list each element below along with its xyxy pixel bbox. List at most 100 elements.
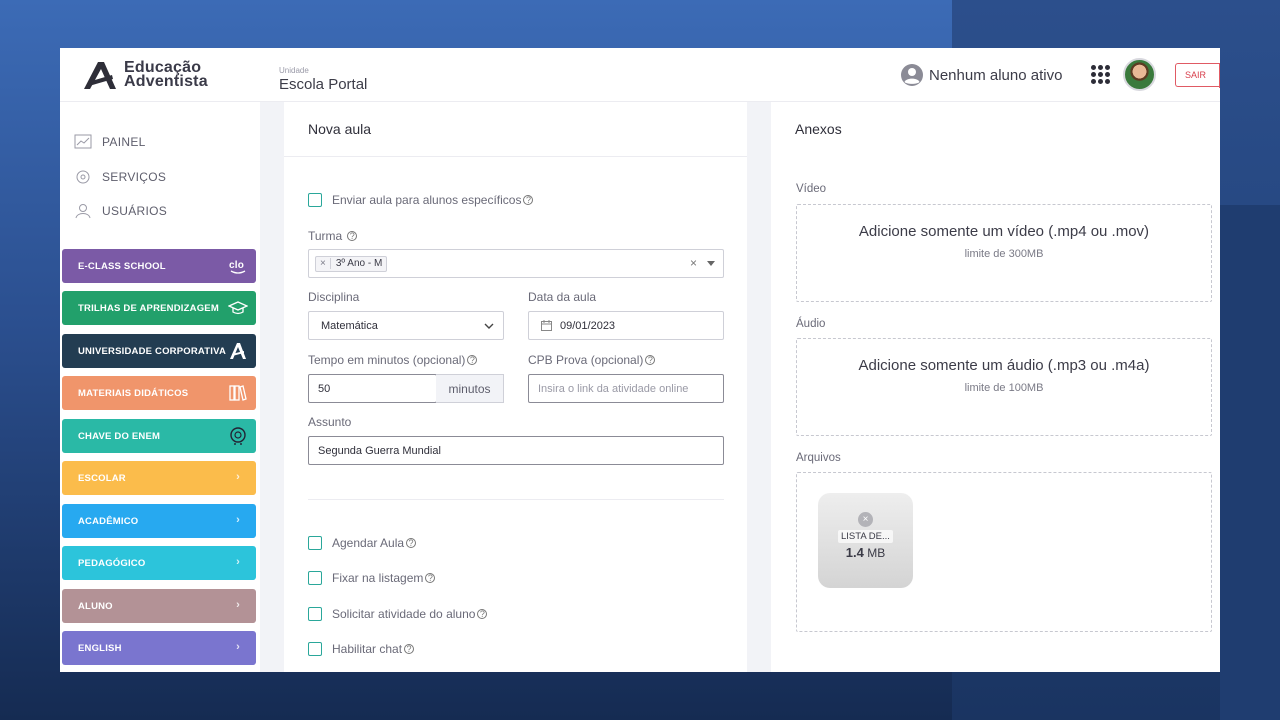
chevron-right-icon: › [236,599,240,611]
topic-label: Assunto [308,415,352,429]
adventista-logo-icon [84,62,116,89]
chevron-down-icon[interactable] [707,261,715,266]
schedule-checkbox[interactable] [308,536,322,550]
help-icon[interactable]: ? [404,644,415,654]
video-limit: limite de 300MB [964,248,1044,260]
remove-file-icon[interactable]: × [858,512,873,527]
chat-checkbox[interactable] [308,642,322,656]
sidebar-item-label: USUÁRIOS [102,204,168,218]
module-label: TRILHAS DE APRENDIZAGEM [78,302,219,314]
user-circle-icon [901,64,923,86]
file-size-number: 1.4 [845,545,864,560]
cpb-label-text: CPB Prova (opcional) [528,353,644,367]
file-thumbnail[interactable]: × LISTA DE... 1.4 MB [818,493,913,588]
chat-label: Habilitar chat [332,642,403,656]
active-student-text: Nenhum aluno ativo [929,66,1063,84]
audio-dropzone[interactable]: Adicione somente um áudio (.mp3 ou .m4a)… [796,338,1212,436]
request-activity-label: Solicitar atividade do aluno [332,607,476,621]
time-label: Tempo em minutos (opcional)? [308,353,478,367]
sidebar-module-escolar[interactable]: ESCOLAR › [62,461,256,495]
brain-icon [230,427,246,445]
file-size-unit: MB [867,546,886,560]
avatar[interactable] [1123,58,1156,91]
date-input[interactable]: 09/01/2023 [528,311,724,340]
help-icon[interactable]: ? [425,573,436,583]
audio-dropzone-title: Adicione somente um áudio (.mp3 ou .m4a) [858,357,1150,374]
apps-grid-icon[interactable] [1091,65,1111,85]
brand-logo[interactable]: Educação Adventista [82,58,222,92]
logout-button[interactable]: SAIR [1175,63,1220,88]
files-dropzone[interactable]: × LISTA DE... 1.4 MB [796,472,1212,632]
file-name: LISTA DE... [838,530,893,543]
clear-icon[interactable]: × [690,256,697,270]
cpb-placeholder: Insira o link da atividade online [538,382,689,395]
sidebar-module-universidade[interactable]: UNIVERSIDADE CORPORATIVA [62,334,256,368]
time-unit-addon: minutos [436,374,504,403]
help-icon[interactable]: ? [467,355,478,365]
brand-line2: Adventista [124,73,208,90]
sidebar-module-aluno[interactable]: ALUNO › [62,589,256,623]
sidebar-module-enem[interactable]: CHAVE DO ENEM [62,419,256,453]
sidebar-module-pedagogico[interactable]: PEDAGÓGICO › [62,546,256,580]
class-tag-label: 3º Ano - M [335,258,383,269]
card-title: Anexos [795,121,842,137]
module-label: ESCOLAR [78,472,126,484]
module-label: ENGLISH [78,642,122,654]
audio-limit: limite de 100MB [964,382,1044,394]
topic-input[interactable]: Segunda Guerra Mundial [308,436,724,465]
time-label-text: Tempo em minutos (opcional) [308,353,466,367]
sidebar-module-trilhas[interactable]: TRILHAS DE APRENDIZAGEM [62,291,256,325]
logout-label: SAIR [1185,70,1207,80]
sidebar-module-materiais[interactable]: MATERIAIS DIDÁTICOS [62,376,256,410]
background-strip [1220,205,1280,720]
sidebar-module-eclass[interactable]: E-CLASS SCHOOL clo [62,249,256,283]
topic-value: Segunda Guerra Mundial [318,444,441,457]
subject-select[interactable]: Matemática [308,311,504,340]
option-schedule[interactable]: Agendar Aula ? [308,536,417,550]
help-icon[interactable]: ? [523,195,534,205]
send-specific-option[interactable]: Enviar aula para alunos específicos ? [308,193,534,207]
option-request-activity[interactable]: Solicitar atividade do aluno ? [308,607,488,621]
request-activity-checkbox[interactable] [308,607,322,621]
pin-checkbox[interactable] [308,571,322,585]
books-icon [229,385,247,401]
sidebar-item-servicos[interactable]: SERVIÇOS [74,167,166,187]
video-dropzone-title: Adicione somente um vídeo (.mp4 ou .mov) [858,223,1150,240]
unit-selector[interactable]: Unidade Escola Portal [279,66,367,93]
help-icon[interactable]: ? [645,355,656,365]
cpb-link-input[interactable]: Insira o link da atividade online [528,374,724,403]
class-tag[interactable]: × 3º Ano - M [315,255,388,272]
send-specific-checkbox[interactable] [308,193,322,207]
class-label: Turma? [308,229,358,243]
new-lesson-card: Nova aula Enviar aula para alunos especí… [284,102,747,672]
remove-tag-icon[interactable]: × [320,258,331,269]
option-pin[interactable]: Fixar na listagem ? [308,571,436,585]
time-value: 50 [318,382,331,395]
brand-name: Educação Adventista [124,60,208,90]
users-icon [75,204,91,219]
sidebar-item-usuarios[interactable]: USUÁRIOS [74,201,167,221]
sidebar-module-academico[interactable]: ACADÊMICO › [62,504,256,538]
card-title: Nova aula [308,121,372,137]
files-label: Arquivos [796,452,841,464]
sidebar-item-painel[interactable]: PAINEL [74,132,146,152]
sidebar-module-english[interactable]: ENGLISH › [62,631,256,665]
video-dropzone[interactable]: Adicione somente um vídeo (.mp4 ou .mov)… [796,204,1212,302]
option-chat[interactable]: Habilitar chat ? [308,642,415,656]
help-icon[interactable]: ? [406,538,417,548]
chevron-right-icon: › [236,641,240,653]
module-label: E-CLASS SCHOOL [78,260,166,272]
help-icon[interactable]: ? [347,231,358,241]
pin-label: Fixar na listagem [332,571,424,585]
subject-value: Matemática [321,319,378,332]
active-student-status[interactable]: Nenhum aluno ativo [900,62,1062,88]
graduation-cap-icon [228,301,248,315]
help-icon[interactable]: ? [477,609,488,619]
section-divider [308,499,724,500]
class-multiselect[interactable]: × 3º Ano - M × [308,249,724,278]
app-window: Educação Adventista Unidade Escola Porta… [60,48,1220,672]
services-icon [76,170,90,184]
chevron-right-icon: › [236,514,240,526]
card-divider [284,156,747,157]
time-input[interactable]: 50 [308,374,437,403]
